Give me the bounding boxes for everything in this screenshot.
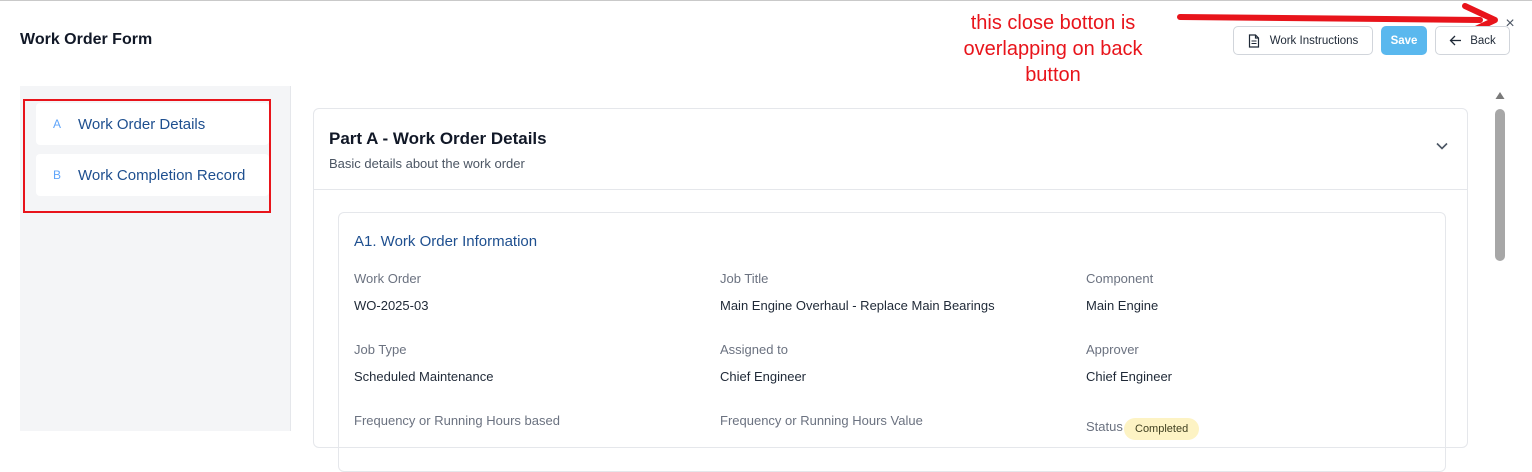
work-order-modal: Work Order Form this close botton is ove… — [0, 0, 1532, 472]
sidebar-item-work-order-details[interactable]: A Work Order Details — [36, 103, 269, 145]
chevron-down-icon[interactable] — [1435, 139, 1449, 153]
section-subtitle: Basic details about the work order — [329, 156, 525, 171]
sidebar-item-label: Work Order Details — [78, 115, 206, 133]
field-value-job-type: Scheduled Maintenance — [354, 369, 494, 384]
document-icon — [1248, 33, 1259, 48]
annotation-line: this close botton is — [970, 12, 1136, 34]
field-label-component: Component — [1086, 271, 1154, 286]
field-label-approver: Approver — [1086, 342, 1139, 357]
work-instructions-button[interactable]: Work Instructions — [1233, 26, 1373, 55]
field-value-job-title: Main Engine Overhaul - Replace Main Bear… — [720, 298, 995, 313]
scrollbar[interactable] — [1491, 89, 1509, 431]
field-label-job-type: Job Type — [354, 342, 407, 357]
status-badge: Completed — [1124, 418, 1200, 440]
sidebar-item-work-completion-record[interactable]: B Work Completion Record — [36, 154, 269, 196]
section-header[interactable]: Part A - Work Order Details Basic detail… — [314, 109, 1467, 190]
annotation-line: button — [1025, 64, 1081, 86]
section-card-part-a: Part A - Work Order Details Basic detail… — [313, 108, 1468, 472]
work-instructions-label: Work Instructions — [1269, 34, 1359, 47]
sidebar-item-letter: A — [52, 117, 61, 131]
scroll-up-arrow-icon[interactable] — [1495, 91, 1505, 101]
arrow-left-icon — [1449, 35, 1462, 46]
back-label: Back — [1470, 34, 1496, 47]
field-label-job-title: Job Title — [720, 271, 769, 286]
field-label-frequency-based: Frequency or Running Hours based — [354, 413, 560, 428]
save-button[interactable]: Save — [1381, 26, 1427, 55]
field-label-work-order: Work Order — [354, 271, 421, 286]
sidebar-item-label: Work Completion Record — [78, 166, 246, 184]
field-value-work-order: WO-2025-03 — [354, 298, 429, 313]
info-card-title: A1. Work Order Information — [354, 233, 538, 250]
field-value-component: Main Engine — [1086, 298, 1159, 313]
field-label-status: Status — [1086, 419, 1123, 434]
field-value-assigned-to: Chief Engineer — [720, 369, 806, 384]
field-label-assigned-to: Assigned to — [720, 342, 788, 357]
field-value-approver: Chief Engineer — [1086, 369, 1172, 384]
sidebar: A Work Order Details B Work Completion R… — [20, 86, 291, 431]
work-order-information-card: A1. Work Order Information Work Order WO… — [338, 212, 1446, 472]
annotation-note: this close botton is overlapping on back… — [940, 10, 1166, 88]
scrollbar-thumb[interactable] — [1495, 109, 1505, 261]
section-title: Part A - Work Order Details — [329, 129, 547, 148]
sidebar-item-letter: B — [52, 168, 61, 182]
back-button[interactable]: Back — [1435, 26, 1510, 55]
annotation-line: overlapping on back — [963, 38, 1143, 60]
field-label-frequency-value: Frequency or Running Hours Value — [720, 413, 923, 428]
page-title: Work Order Form — [20, 31, 153, 48]
close-icon[interactable]: × — [1502, 15, 1518, 33]
